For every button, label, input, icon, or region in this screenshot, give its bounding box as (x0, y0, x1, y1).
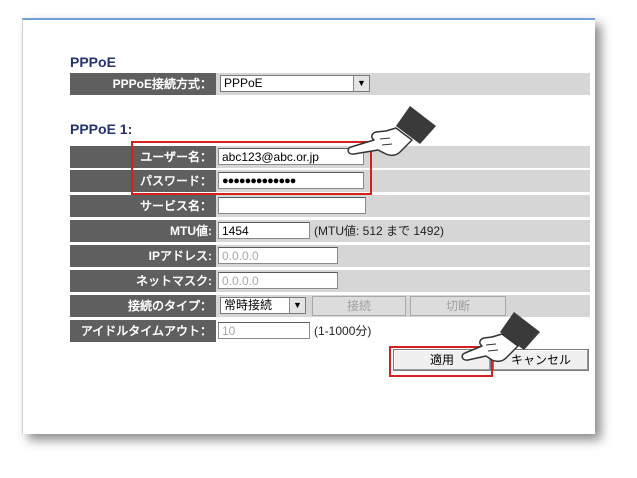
idle-hint: (1-1000分) (314, 324, 372, 338)
ip-input: 0.0.0.0 (218, 247, 338, 264)
netmask-input: 0.0.0.0 (218, 272, 338, 289)
pppoe-method-value: PPPoE (224, 76, 263, 90)
ip-label: IPアドレス: (70, 245, 216, 267)
service-label: サービス名： (70, 195, 216, 217)
idle-input[interactable]: 10 (218, 322, 310, 339)
conn-type-label: 接続のタイプ： (70, 295, 216, 317)
pppoe-method-select[interactable]: PPPoE ▼ (220, 75, 370, 92)
conn-type-select[interactable]: 常時接続 ▼ (220, 297, 306, 314)
mtu-hint: (MTU値: 512 まで 1492) (314, 224, 445, 238)
netmask-label: ネットマスク: (70, 270, 216, 292)
chevron-down-icon[interactable]: ▼ (353, 76, 369, 91)
conn-type-value: 常時接続 (224, 298, 273, 312)
mtu-input[interactable]: 1454 (218, 222, 310, 239)
pppoe-method-label: PPPoE接続方式： (70, 73, 216, 95)
pppoe-method-row: PPPoE接続方式： PPPoE ▼ (70, 73, 590, 95)
credentials-highlight (131, 141, 372, 195)
service-row: サービス名： (70, 195, 590, 217)
mtu-row: MTU値: 1454 (MTU値: 512 まで 1492) (70, 220, 590, 242)
pointing-hand-icon (461, 312, 540, 363)
chevron-down-icon[interactable]: ▼ (289, 298, 305, 313)
pppoe-section-title: PPPoE (70, 54, 116, 70)
ip-row: IPアドレス: 0.0.0.0 (70, 245, 590, 267)
connect-button: 接続 (312, 296, 406, 316)
mtu-label: MTU値: (70, 220, 216, 242)
pointing-hand-icon (347, 106, 436, 157)
pppoe1-section-title: PPPoE 1: (70, 121, 133, 137)
idle-label: アイドルタイムアウト： (70, 320, 216, 342)
netmask-row: ネットマスク: 0.0.0.0 (70, 270, 590, 292)
service-input[interactable] (218, 197, 366, 214)
